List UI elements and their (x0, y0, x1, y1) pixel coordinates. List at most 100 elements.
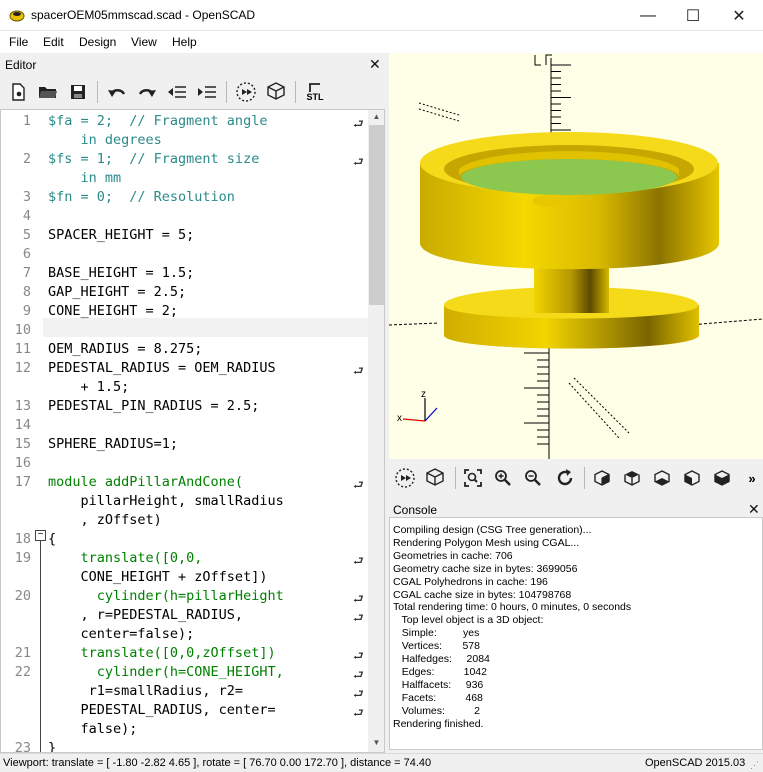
indent-icon[interactable] (194, 79, 220, 105)
code-line: module addPillarAndCone( (48, 474, 244, 490)
line-number: 6 (22, 246, 31, 262)
console-line: Halfedges: 2084 (393, 653, 490, 666)
code-line: , r=PEDESTAL_RADIUS, (48, 607, 244, 623)
menu-design[interactable]: Design (79, 35, 116, 49)
code-line: CONE_HEIGHT = 2; (48, 303, 179, 319)
version-label: OpenSCAD 2015.03 (645, 757, 746, 769)
code-line: in degrees (48, 132, 162, 148)
toolbar-separator (584, 467, 585, 489)
line-number: 1 (22, 113, 31, 129)
scroll-up-icon[interactable]: ▲ (368, 112, 384, 124)
preview-icon[interactable] (233, 79, 259, 105)
console-line: CGAL cache size in bytes: 104798768 (393, 588, 572, 601)
view-toolbar: » (389, 459, 763, 495)
render-icon[interactable] (263, 79, 289, 105)
line-wrap-icon: ⮐ (353, 478, 364, 492)
editor-header: Editor ✕ (0, 55, 385, 73)
new-icon[interactable] (5, 79, 31, 105)
code-line: SPACER_HEIGHT = 5; (48, 227, 195, 243)
svg-text:x: x (397, 413, 402, 424)
viewport-status: Viewport: translate = [ -1.80 -2.82 4.65… (3, 757, 432, 769)
line-number: 11 (14, 341, 31, 357)
view-bottom-icon[interactable] (649, 465, 675, 491)
code-line: { (48, 531, 57, 547)
scroll-down-icon[interactable]: ▼ (368, 738, 384, 750)
view-top-icon[interactable] (619, 465, 645, 491)
menu-help[interactable]: Help (172, 35, 197, 49)
code-line: CONE_HEIGHT + zOffset]) (48, 569, 268, 585)
editor-close-button[interactable]: ✕ (369, 56, 381, 73)
code-line: PEDESTAL_PIN_RADIUS = 2.5; (48, 398, 260, 414)
line-wrap-icon: ⮐ (353, 117, 364, 131)
undo-icon[interactable] (104, 79, 130, 105)
3d-viewport[interactable]: z x (389, 53, 763, 459)
toolbar-separator (455, 467, 456, 489)
toolbar-separator (295, 81, 296, 103)
unindent-icon[interactable] (164, 79, 190, 105)
code-line: pillarHeight, smallRadius (48, 493, 284, 509)
reset-view-icon[interactable] (552, 465, 578, 491)
code-line: translate([0,0, (48, 550, 203, 566)
code-line: false); (48, 721, 138, 737)
console-close-button[interactable]: ✕ (748, 501, 760, 518)
minimize-button[interactable]: — (625, 0, 671, 31)
export-stl-icon[interactable]: STL (302, 79, 328, 105)
code-line: cylinder(h=CONE_HEIGHT, (48, 664, 284, 680)
render-icon[interactable] (422, 465, 448, 491)
view-right-icon[interactable] (589, 465, 615, 491)
resize-grip-icon[interactable]: ⋰ (750, 760, 759, 771)
console-title: Console (393, 503, 438, 517)
line-number: 10 (14, 322, 31, 338)
code-line: BASE_HEIGHT = 1.5; (48, 265, 195, 281)
zoom-out-icon[interactable] (520, 465, 546, 491)
line-wrap-icon: ⮐ (353, 668, 364, 682)
console-output: Compiling design (CSG Tree generation)..… (389, 517, 763, 750)
axis-gizmo (402, 398, 438, 422)
scrollbar-thumb[interactable] (369, 125, 384, 305)
status-bar: Viewport: translate = [ -1.80 -2.82 4.65… (0, 753, 763, 772)
code-line: in mm (48, 170, 122, 186)
view-left-icon[interactable] (679, 465, 705, 491)
line-number: 8 (22, 284, 31, 300)
open-icon[interactable] (35, 79, 61, 105)
console-line: Vertices: 578 (393, 640, 480, 653)
view-all-icon[interactable] (460, 465, 486, 491)
menu-file[interactable]: File (9, 35, 28, 49)
editor-toolbar: STL (0, 73, 385, 109)
console-line: Facets: 468 (393, 691, 483, 704)
console-line: Geometry cache size in bytes: 3699056 (393, 562, 578, 575)
console-header: Console ✕ (389, 500, 763, 518)
openscad-logo-icon (9, 10, 25, 22)
view-front-icon[interactable] (709, 465, 735, 491)
menu-edit[interactable]: Edit (43, 35, 64, 49)
upper-cup (420, 132, 719, 270)
save-icon[interactable] (65, 79, 91, 105)
console-line: Edges: 1042 (393, 665, 487, 678)
window-title: spacerOEM05mmscad.scad - OpenSCAD (31, 8, 256, 22)
line-number: 12 (14, 360, 31, 376)
code-line: PEDESTAL_RADIUS, center= (48, 702, 276, 718)
line-wrap-icon: ⮐ (353, 649, 364, 663)
redo-icon[interactable] (134, 79, 160, 105)
line-number: 16 (14, 455, 31, 471)
code-editor[interactable]: 1 2 3 4 5 6 7 8 9 10 11 12 13 14 15 16 17 18 19 20 21 22 23 $f… (0, 109, 385, 753)
toolbar-separator (226, 81, 227, 103)
line-number: 19 (14, 550, 31, 566)
line-number-gutter: 1 2 3 4 5 6 7 8 9 10 11 12 13 14 15 16 17 18 19 20 21 22 23 (1, 110, 43, 753)
zoom-in-icon[interactable] (490, 465, 516, 491)
title-bar: spacerOEM05mmscad.scad - OpenSCAD — ☐ ✕ (0, 0, 763, 31)
more-icon[interactable]: » (743, 465, 761, 491)
maximize-button[interactable]: ☐ (670, 0, 716, 31)
menu-bar: File Edit Design View Help (0, 31, 763, 53)
line-number: 23 (14, 740, 31, 753)
fold-toggle-icon[interactable]: − (35, 530, 46, 541)
toolbar-separator (97, 81, 98, 103)
console-line: Top level object is a 3D object: (393, 614, 544, 627)
menu-view[interactable]: View (131, 35, 157, 49)
close-window-button[interactable]: ✕ (716, 0, 762, 31)
preview-icon[interactable] (392, 465, 418, 491)
code-line: $fs = 1; // Fragment size (48, 151, 260, 167)
console-panel: Console ✕ Compiling design (CSG Tree gen… (389, 497, 763, 753)
console-line: Compiling design (CSG Tree generation)..… (393, 524, 592, 536)
editor-scrollbar[interactable]: ▲ ▼ (368, 110, 384, 752)
